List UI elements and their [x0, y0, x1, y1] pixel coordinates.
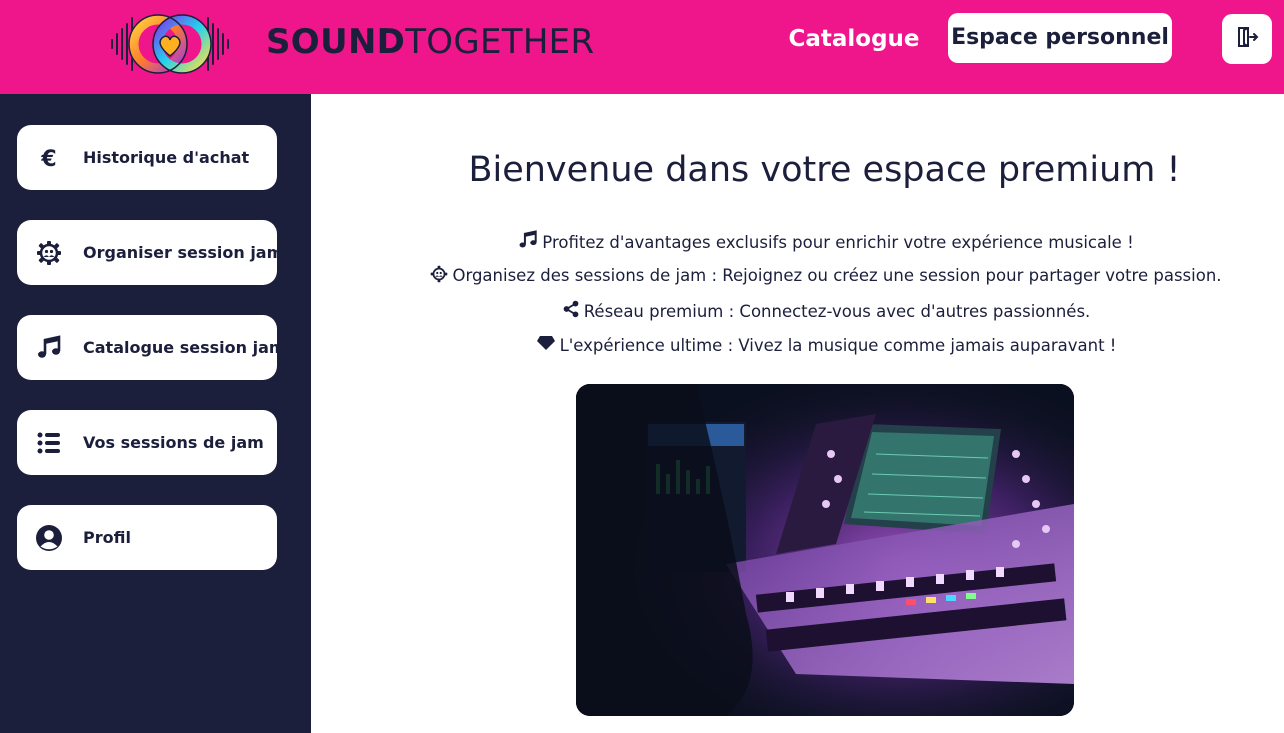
nav-catalogue-link[interactable]: Catalogue	[780, 22, 928, 56]
sidebar-item-label: Organiser session jam	[83, 243, 284, 262]
brand-light: TOGETHER	[405, 22, 595, 62]
logout-icon	[1235, 25, 1259, 53]
sidebar-item-label: Catalogue session jam	[83, 338, 286, 357]
feature-line: Profitez d'avantages exclusifs pour enri…	[311, 230, 1284, 254]
soundtogether-logo[interactable]	[108, 4, 232, 82]
feature-text: Réseau premium : Connectez-vous avec d'a…	[583, 302, 1091, 321]
gear-people-icon	[35, 239, 63, 267]
espace-personnel-button[interactable]: Espace personnel	[948, 13, 1172, 63]
top-header: SOUNDTOGETHER Catalogue Espace personnel	[0, 0, 1284, 94]
feature-text: L'expérience ultime : Vivez la musique c…	[559, 336, 1117, 355]
sidebar-item-label: Profil	[83, 528, 131, 547]
sidebar-item-vos-sessions[interactable]: Vos sessions de jam	[17, 410, 277, 475]
sidebar-item-label: Historique d'achat	[83, 148, 250, 167]
gear-people-icon	[430, 265, 448, 287]
brand-name: SOUNDTOGETHER	[266, 22, 594, 62]
feature-text: Profitez d'avantages exclusifs pour enri…	[542, 233, 1134, 252]
logout-button[interactable]	[1222, 14, 1272, 64]
page-title: Bienvenue dans votre espace premium !	[468, 150, 1181, 190]
mixing-console-image	[576, 384, 1074, 716]
list-icon	[35, 429, 63, 457]
user-circle-icon	[35, 524, 63, 552]
diamond-icon	[536, 335, 556, 355]
feature-line: Réseau premium : Connectez-vous avec d'a…	[311, 300, 1284, 322]
sidebar-item-historique[interactable]: € Historique d'achat	[17, 125, 277, 190]
sidebar-item-catalogue-jam[interactable]: Catalogue session jam	[17, 315, 286, 380]
feature-line: L'expérience ultime : Vivez la musique c…	[311, 335, 1284, 355]
sidebar-item-organiser[interactable]: Organiser session jam	[17, 220, 283, 285]
music-note-icon	[518, 230, 538, 254]
sidebar: € Historique d'achat Organiser session j…	[0, 94, 311, 733]
feature-text: Organisez des sessions de jam : Rejoigne…	[452, 266, 1222, 285]
brand-bold: SOUND	[266, 22, 406, 62]
sidebar-item-label: Vos sessions de jam	[83, 433, 264, 452]
svg-text:€: €	[40, 147, 56, 170]
feature-line: Organisez des sessions de jam : Rejoigne…	[311, 265, 1284, 287]
sidebar-item-profil[interactable]: Profil	[17, 505, 277, 570]
euro-icon: €	[35, 144, 63, 172]
share-icon	[562, 300, 580, 322]
music-note-icon	[35, 334, 63, 362]
